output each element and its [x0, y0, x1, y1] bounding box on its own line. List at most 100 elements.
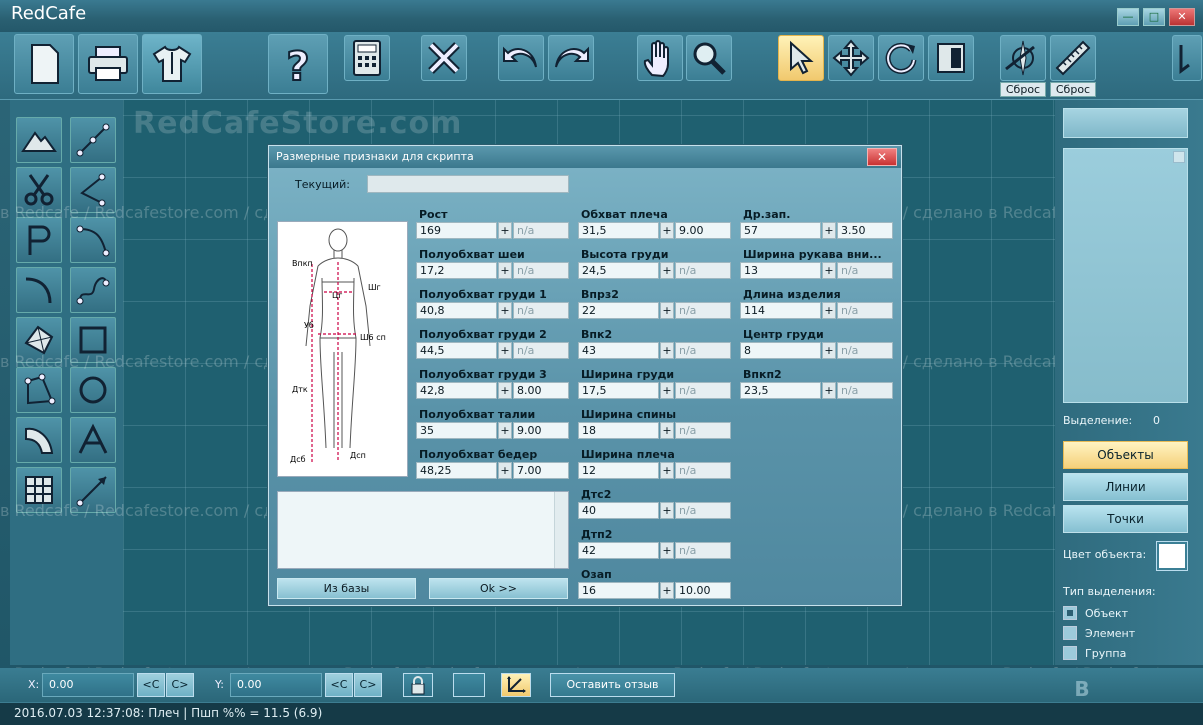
- axis-toggle-button[interactable]: [501, 673, 531, 697]
- measure-plus-button[interactable]: +: [498, 302, 512, 319]
- rectangle-tool[interactable]: [70, 317, 116, 363]
- object-color-swatch[interactable]: [1156, 541, 1188, 571]
- measure-value-input[interactable]: 44,5: [416, 342, 497, 359]
- lock-button[interactable]: [403, 673, 433, 697]
- triangle-letter-tool[interactable]: [70, 417, 116, 463]
- measure-plus-button[interactable]: +: [498, 222, 512, 239]
- help-button[interactable]: ?: [268, 34, 328, 94]
- measure-extra-input[interactable]: 7.00: [513, 462, 569, 479]
- measure-plus-button[interactable]: +: [660, 582, 674, 599]
- notes-textarea[interactable]: [277, 491, 569, 569]
- print-button[interactable]: [78, 34, 138, 94]
- measure-extra-input[interactable]: n/a: [675, 382, 731, 399]
- measure-plus-button[interactable]: +: [660, 542, 674, 559]
- measure-plus-button[interactable]: +: [498, 422, 512, 439]
- y-prev-button[interactable]: <C: [325, 673, 353, 697]
- measure-extra-input[interactable]: n/a: [675, 342, 731, 359]
- reset-button-2[interactable]: Сброс: [1050, 82, 1096, 97]
- measure-value-input[interactable]: 35: [416, 422, 497, 439]
- delete-button[interactable]: [421, 35, 467, 81]
- element-radio[interactable]: [1063, 626, 1077, 640]
- new-document-button[interactable]: [14, 34, 74, 94]
- measure-extra-input[interactable]: n/a: [675, 262, 731, 279]
- objects-list[interactable]: [1063, 148, 1188, 403]
- measure-extra-input[interactable]: 3.50: [837, 222, 893, 239]
- measure-value-input[interactable]: 40,8: [416, 302, 497, 319]
- fan-tool[interactable]: [16, 417, 62, 463]
- measure-extra-input[interactable]: n/a: [675, 502, 731, 519]
- measure-value-input[interactable]: 18: [578, 422, 659, 439]
- cut-tool[interactable]: [16, 167, 62, 213]
- garment-button[interactable]: [142, 34, 202, 94]
- measure-plus-button[interactable]: +: [660, 222, 674, 239]
- measure-value-input[interactable]: 31,5: [578, 222, 659, 239]
- measure-extra-input[interactable]: 9.00: [675, 222, 731, 239]
- circle-tool[interactable]: [70, 367, 116, 413]
- measure-plus-button[interactable]: +: [660, 302, 674, 319]
- y-next-button[interactable]: C>: [354, 673, 382, 697]
- measure-value-input[interactable]: 43: [578, 342, 659, 359]
- triangle-tool[interactable]: [16, 117, 62, 163]
- dialog-close-button[interactable]: ✕: [867, 148, 897, 166]
- measure-plus-button[interactable]: +: [822, 302, 836, 319]
- current-input[interactable]: [367, 175, 569, 193]
- zoom-button[interactable]: [686, 35, 732, 81]
- measure-value-input[interactable]: 169: [416, 222, 497, 239]
- measure-plus-button[interactable]: +: [660, 382, 674, 399]
- measure-plus-button[interactable]: +: [660, 342, 674, 359]
- dart-tool[interactable]: [16, 317, 62, 363]
- x-next-button[interactable]: C>: [166, 673, 194, 697]
- measure-extra-input[interactable]: n/a: [837, 302, 893, 319]
- measure-value-input[interactable]: 13: [740, 262, 821, 279]
- ok-button[interactable]: Ok >>: [429, 578, 568, 599]
- list-scroll-handle[interactable]: [1173, 151, 1185, 163]
- measure-plus-button[interactable]: +: [822, 222, 836, 239]
- measure-plus-button[interactable]: +: [660, 422, 674, 439]
- spline-tool[interactable]: [70, 267, 116, 313]
- move-tool-button[interactable]: [828, 35, 874, 81]
- blank-toggle-button[interactable]: [453, 673, 485, 697]
- points-button[interactable]: Точки: [1063, 505, 1188, 533]
- measure-extra-input[interactable]: n/a: [513, 302, 569, 319]
- grid-tool[interactable]: [16, 467, 62, 513]
- measure-plus-button[interactable]: +: [498, 342, 512, 359]
- measure-extra-input[interactable]: n/a: [837, 262, 893, 279]
- from-database-button[interactable]: Из базы: [277, 578, 416, 599]
- measure-extra-input[interactable]: 10.00: [675, 582, 731, 599]
- notes-scrollbar[interactable]: [554, 492, 568, 568]
- reset-button-1[interactable]: Сброс: [1000, 82, 1046, 97]
- measure-value-input[interactable]: 42,8: [416, 382, 497, 399]
- curve-tool[interactable]: [16, 267, 62, 313]
- measure-plus-button[interactable]: +: [822, 382, 836, 399]
- measure-plus-button[interactable]: +: [498, 382, 512, 399]
- measure-extra-input[interactable]: 9.00: [513, 422, 569, 439]
- close-button[interactable]: ✕: [1169, 8, 1195, 26]
- pan-button[interactable]: [637, 35, 683, 81]
- y-coordinate-field[interactable]: 0.00: [230, 673, 322, 697]
- measure-plus-button[interactable]: +: [822, 342, 836, 359]
- measure-plus-button[interactable]: +: [498, 262, 512, 279]
- measure-value-input[interactable]: 16: [578, 582, 659, 599]
- measure-extra-input[interactable]: n/a: [675, 462, 731, 479]
- more-tools-button[interactable]: [1172, 35, 1202, 81]
- measure-value-input[interactable]: 24,5: [578, 262, 659, 279]
- feedback-button[interactable]: Оставить отзыв: [550, 673, 675, 697]
- measure-extra-input[interactable]: n/a: [837, 342, 893, 359]
- measure-value-input[interactable]: 17,2: [416, 262, 497, 279]
- measure-value-input[interactable]: 8: [740, 342, 821, 359]
- object-radio[interactable]: [1063, 606, 1077, 620]
- measure-value-input[interactable]: 22: [578, 302, 659, 319]
- measure-value-input[interactable]: 17,5: [578, 382, 659, 399]
- group-radio[interactable]: [1063, 646, 1077, 660]
- measure-value-input[interactable]: 12: [578, 462, 659, 479]
- measure-extra-input[interactable]: n/a: [675, 302, 731, 319]
- mirror-tool-button[interactable]: [928, 35, 974, 81]
- measure-plus-button[interactable]: +: [660, 462, 674, 479]
- measure-tool[interactable]: [70, 467, 116, 513]
- angle-tool[interactable]: [70, 167, 116, 213]
- measure-value-input[interactable]: 42: [578, 542, 659, 559]
- measure-extra-input[interactable]: 8.00: [513, 382, 569, 399]
- lines-button[interactable]: Линии: [1063, 473, 1188, 501]
- p-tool[interactable]: [16, 217, 62, 263]
- maximize-button[interactable]: □: [1143, 8, 1165, 26]
